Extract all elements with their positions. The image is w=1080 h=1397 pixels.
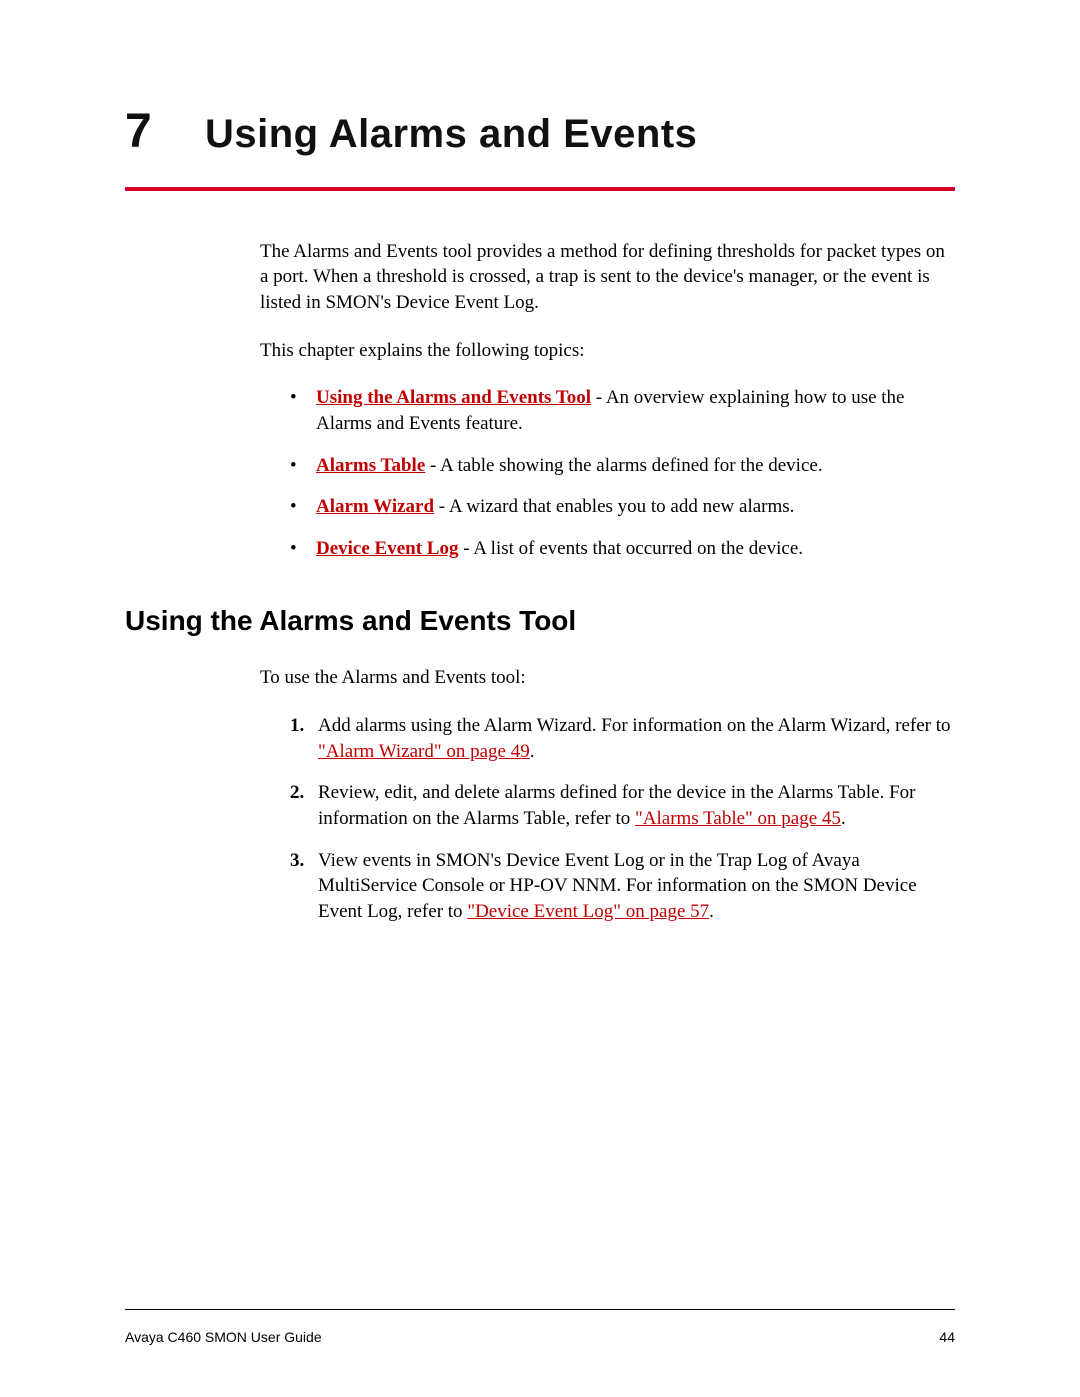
topic-tail: - A list of events that occurred on the … <box>458 538 803 559</box>
step-item: Review, edit, and delete alarms defined … <box>290 780 955 831</box>
body-text: The Alarms and Events tool provides a me… <box>260 239 955 562</box>
chapter-number: 7 <box>125 100 205 165</box>
chapter-title: Using Alarms and Events <box>205 107 697 161</box>
footer-rule <box>125 1309 955 1310</box>
section-title: Using the Alarms and Events Tool <box>125 602 955 640</box>
topic-item: Device Event Log - A list of events that… <box>290 536 955 562</box>
footer-page-number: 44 <box>939 1328 955 1347</box>
step-item: View events in SMON's Device Event Log o… <box>290 848 955 925</box>
topic-link-alarms-table[interactable]: Alarms Table <box>316 455 425 476</box>
footer-left: Avaya C460 SMON User Guide <box>125 1328 322 1347</box>
crossref-alarm-wizard[interactable]: "Alarm Wizard" on page 49 <box>318 741 530 762</box>
topic-link-device-event-log[interactable]: Device Event Log <box>316 538 458 559</box>
topic-item: Alarms Table - A table showing the alarm… <box>290 453 955 479</box>
topic-link-alarm-wizard[interactable]: Alarm Wizard <box>316 496 434 517</box>
step-text: Add alarms using the Alarm Wizard. For i… <box>318 715 951 736</box>
step-tail: . <box>709 901 714 922</box>
topic-item: Alarm Wizard - A wizard that enables you… <box>290 494 955 520</box>
red-rule <box>125 187 955 191</box>
section-lead: To use the Alarms and Events tool: <box>260 665 955 691</box>
chapter-header: 7 Using Alarms and Events <box>125 100 955 165</box>
steps-list: Add alarms using the Alarm Wizard. For i… <box>290 713 955 924</box>
topic-tail: - A wizard that enables you to add new a… <box>434 496 794 517</box>
step-tail: . <box>841 808 846 829</box>
step-item: Add alarms using the Alarm Wizard. For i… <box>290 713 955 764</box>
step-tail: . <box>530 741 535 762</box>
topic-item: Using the Alarms and Events Tool - An ov… <box>290 385 955 436</box>
crossref-device-event-log[interactable]: "Device Event Log" on page 57 <box>467 901 709 922</box>
topic-link-using-tool[interactable]: Using the Alarms and Events Tool <box>316 387 591 408</box>
footer: Avaya C460 SMON User Guide 44 <box>125 1328 955 1347</box>
intro-para-2: This chapter explains the following topi… <box>260 338 955 364</box>
page: 7 Using Alarms and Events The Alarms and… <box>0 0 1080 1397</box>
intro-para-1: The Alarms and Events tool provides a me… <box>260 239 955 316</box>
topic-tail: - A table showing the alarms defined for… <box>425 455 822 476</box>
topics-list: Using the Alarms and Events Tool - An ov… <box>290 385 955 561</box>
crossref-alarms-table[interactable]: "Alarms Table" on page 45 <box>635 808 841 829</box>
section-body: To use the Alarms and Events tool: Add a… <box>260 665 955 924</box>
